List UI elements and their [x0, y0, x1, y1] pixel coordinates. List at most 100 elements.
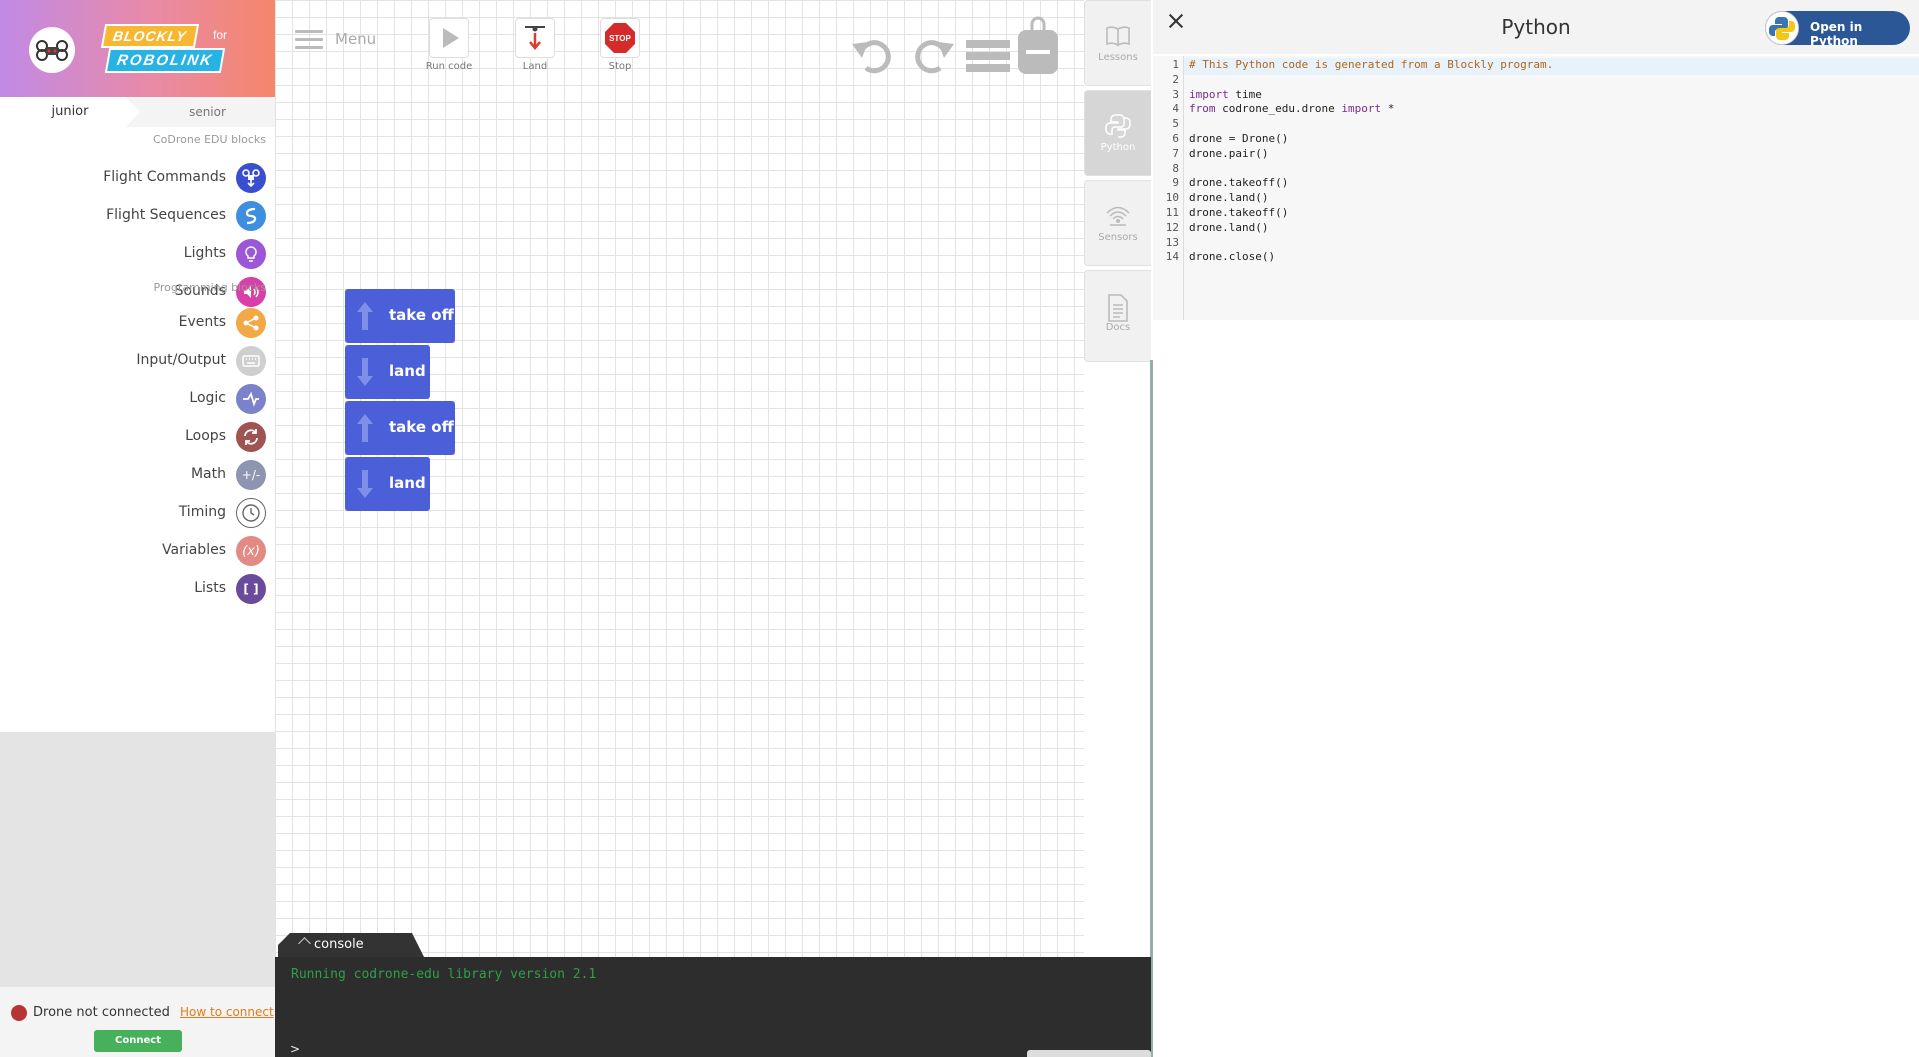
land-drone-icon [515, 18, 555, 58]
line-number: 1 [1172, 58, 1179, 71]
category-flight-commands[interactable]: Flight Commands [0, 160, 275, 196]
code-line: drone.takeoff() [1189, 206, 1289, 219]
category-lights[interactable]: Lights [0, 236, 275, 272]
up-arrow-icon [357, 414, 373, 442]
block-palette: CoDrone EDU blocks Flight Commands Fligh… [0, 127, 275, 732]
menu-button[interactable]: Menu [295, 28, 385, 54]
logo-word-robolink: ROBOLINK [104, 48, 226, 73]
share-nodes-icon [236, 308, 266, 338]
console-panel: Running codrone-edu library version 2.1 … [275, 957, 1151, 1057]
document-icon [1105, 293, 1131, 322]
logo-word-blockly: BLOCKLY [100, 24, 199, 48]
redo-icon[interactable] [908, 32, 956, 80]
category-math[interactable]: Math +/- [0, 457, 275, 493]
line-number: 14 [1165, 250, 1179, 264]
undo-icon[interactable] [850, 32, 898, 80]
block-label: take off [389, 306, 454, 324]
open-in-python-label: Open in Python [1810, 20, 1863, 48]
land-button[interactable]: Land [505, 18, 565, 76]
console-prompt-icon[interactable]: > [290, 1042, 300, 1056]
console-tab-label: console [314, 937, 364, 952]
book-icon [1105, 23, 1131, 49]
category-label: Timing [178, 504, 226, 520]
down-arrow-icon [357, 470, 373, 498]
sensor-waves-icon [1105, 203, 1131, 229]
how-to-connect-link[interactable]: How to connect [180, 1005, 274, 1019]
category-lists[interactable]: Lists [ ] [0, 571, 275, 607]
sidebar: BLOCKLY for ROBOLINK junior senior CoDro… [0, 0, 275, 1057]
tab-junior[interactable]: junior [0, 97, 140, 127]
line-number: 6 [1172, 132, 1179, 145]
stop-sign-text: STOP [609, 34, 631, 43]
python-logo-icon [1105, 113, 1131, 139]
s-curve-icon [236, 201, 266, 231]
connect-button[interactable]: Connect [94, 1030, 182, 1052]
line-number: 11 [1165, 206, 1179, 219]
land-label: Land [522, 61, 548, 72]
connection-status-bar: Drone not connected How to connect Conne… [0, 987, 275, 1057]
blockly-workspace[interactable]: Menu Run code Land STOP Stop take off la… [275, 0, 1123, 1057]
category-flight-sequences[interactable]: Flight Sequences [0, 198, 275, 234]
line-number: 2 [1172, 72, 1179, 86]
block-land[interactable]: land [345, 345, 430, 399]
tab-python[interactable]: Python [1084, 90, 1151, 176]
block-label: land [389, 474, 426, 492]
block-label: take off [389, 418, 454, 436]
tab-sensors-label: Sensors [1098, 232, 1138, 243]
section-label-programming: Programming blocks [153, 281, 266, 294]
keyboard-icon [236, 346, 266, 376]
category-label: Flight Commands [103, 169, 226, 185]
console-toggle-tab[interactable]: console [278, 933, 424, 957]
line-number: 5 [1172, 117, 1179, 131]
tab-senior[interactable]: senior [140, 97, 275, 127]
line-number: 13 [1165, 235, 1179, 249]
line-number: 7 [1172, 146, 1179, 160]
line-number-gutter: 1 2 3 4 5 6 7 8 9 10 11 12 13 14 [1153, 56, 1184, 320]
category-timing[interactable]: Timing [0, 495, 275, 531]
stop-sign-icon: STOP [600, 18, 640, 58]
brackets-icon: [ ] [236, 574, 266, 604]
side-tab-column: Lessons Python Sensors Docs [1084, 0, 1151, 1057]
workspace-actions [850, 16, 1058, 80]
run-code-label: Run code [425, 61, 473, 72]
tab-python-label: Python [1100, 142, 1136, 153]
tab-lessons[interactable]: Lessons [1084, 0, 1151, 86]
clock-icon [236, 498, 266, 528]
backpack-icon[interactable] [1018, 16, 1058, 82]
loop-arrows-icon [236, 422, 266, 452]
block-label: land [389, 362, 426, 380]
code-line: import time [1189, 87, 1262, 101]
category-logic[interactable]: Logic [0, 381, 275, 417]
stop-label: Stop [608, 61, 632, 72]
line-number: 10 [1165, 191, 1179, 205]
category-label: Loops [185, 428, 226, 444]
category-label: Math [190, 466, 226, 482]
category-loops[interactable]: Loops [0, 419, 275, 455]
code-line: drone.takeoff() [1189, 176, 1289, 190]
line-number: 9 [1172, 176, 1179, 190]
python-logo-icon [1765, 11, 1799, 45]
category-events[interactable]: Events [0, 305, 275, 341]
line-number: 8 [1172, 161, 1179, 175]
play-icon [429, 18, 469, 58]
category-label: Lists [194, 580, 226, 596]
logo-word-for: for [213, 28, 228, 42]
open-in-python-button[interactable]: Open in Python [1765, 11, 1910, 48]
category-label: Input/Output [136, 352, 226, 368]
drone-icon [236, 163, 266, 193]
tab-sensors[interactable]: Sensors [1084, 180, 1151, 266]
stop-button[interactable]: STOP Stop [590, 18, 650, 76]
block-take-off[interactable]: take off [345, 401, 455, 455]
cleanup-icon[interactable] [966, 32, 1012, 80]
python-code-editor[interactable]: 1 2 3 4 5 6 7 8 9 10 11 12 13 14 # This Python code i… [1153, 56, 1919, 320]
category-input-output[interactable]: Input/Output [0, 343, 275, 379]
block-take-off[interactable]: take off [345, 289, 455, 343]
line-number: 3 [1172, 87, 1179, 101]
run-code-button[interactable]: Run code [419, 18, 479, 76]
block-land[interactable]: land [345, 457, 430, 511]
tab-docs[interactable]: Docs [1084, 270, 1151, 362]
console-scrollbar[interactable] [1027, 1050, 1151, 1057]
code-line: drone.close() [1189, 250, 1276, 264]
logo-banner: BLOCKLY for ROBOLINK [0, 0, 275, 97]
category-variables[interactable]: Variables (x) [0, 533, 275, 569]
